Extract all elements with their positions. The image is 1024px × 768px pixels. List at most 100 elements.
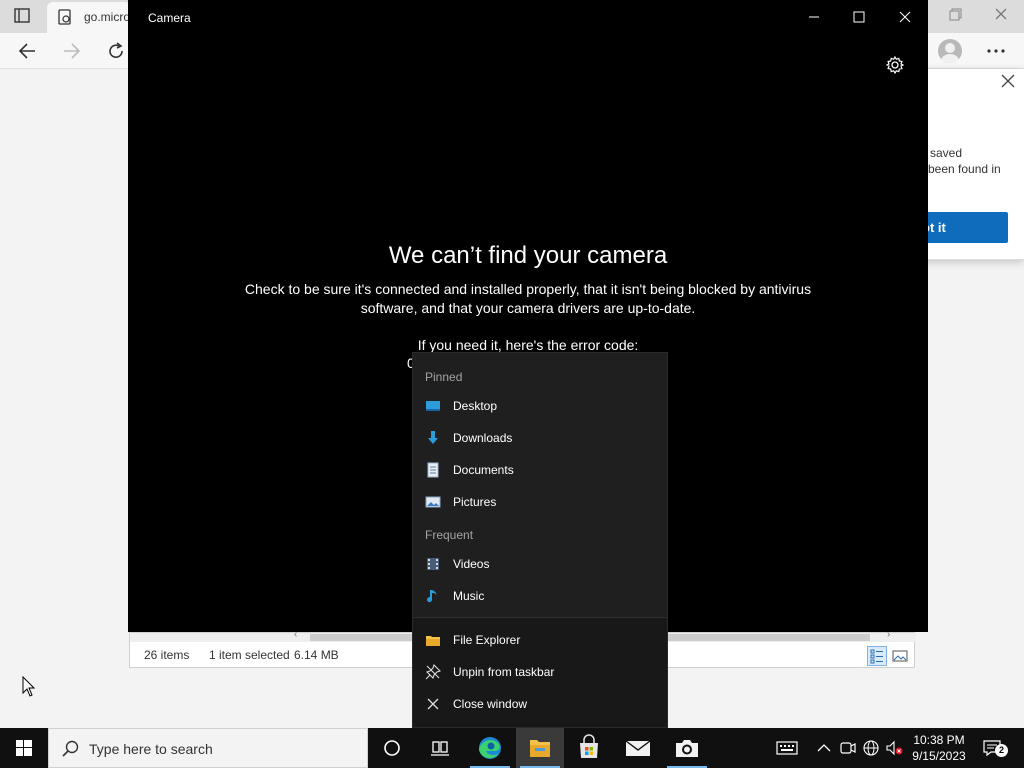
mouse-cursor-icon (22, 676, 36, 697)
jump-task-unpin[interactable]: Unpin from taskbar (413, 656, 667, 688)
taskbar-microsoft-store[interactable] (565, 728, 613, 768)
forward-arrow-icon (64, 43, 81, 59)
error-description: Check to be sure it's connected and inst… (244, 281, 812, 316)
jump-item-documents[interactable]: Documents (413, 454, 667, 486)
network-globe-icon[interactable] (861, 738, 881, 758)
refresh-button[interactable] (103, 39, 129, 63)
profile-avatar[interactable] (938, 39, 962, 63)
cortana-icon (384, 740, 400, 756)
file-explorer-icon (426, 636, 440, 646)
more-dots-icon (987, 49, 1005, 53)
meet-now-icon[interactable] (838, 738, 858, 758)
search-placeholder: Type here to search (89, 741, 213, 757)
jump-item-label: Music (453, 589, 485, 603)
jump-item-label: Downloads (453, 431, 513, 445)
clock-date: 9/15/2023 (912, 749, 966, 763)
window-title: Camera (148, 11, 191, 25)
frequent-section-label: Frequent (425, 528, 474, 542)
cortana-button[interactable] (368, 728, 416, 768)
popup-text-line: saved (930, 146, 963, 160)
chevron-up-icon[interactable] (814, 738, 834, 758)
close-icon (995, 8, 1007, 20)
large-icons-view-button[interactable] (890, 646, 910, 666)
edge-restore-button[interactable] (943, 5, 967, 25)
jump-task-label: File Explorer (453, 633, 521, 647)
back-button[interactable] (15, 39, 41, 63)
browser-tab-title: go.micro (84, 10, 128, 24)
maximize-icon (853, 11, 865, 23)
downloads-folder-icon (428, 431, 438, 444)
large-icons-view-icon (892, 650, 908, 662)
windows-logo-icon (16, 740, 32, 756)
search-icon (62, 740, 79, 757)
jump-task-file-explorer[interactable]: File Explorer (413, 624, 667, 656)
taskbar-mail[interactable] (614, 728, 662, 768)
taskbar: Type here to search 10:38 PM 9/15/2023 2 (0, 728, 1024, 768)
jump-task-label: Close window (453, 697, 528, 711)
tab-actions-icon (14, 8, 30, 23)
close-icon (1001, 74, 1015, 88)
music-folder-icon (427, 590, 437, 603)
notification-count-badge: 2 (995, 744, 1008, 757)
camera-icon (676, 740, 698, 757)
page-favicon-icon (58, 9, 71, 25)
edge-close-button[interactable] (989, 5, 1013, 25)
file-explorer-jump-list: Pinned Desktop Downloads Documents Pictu… (412, 352, 668, 728)
edge-icon (479, 737, 501, 759)
back-arrow-icon (18, 43, 35, 59)
popup-close-button[interactable] (1000, 73, 1016, 94)
taskbar-file-explorer[interactable] (516, 728, 564, 768)
jump-task-close-window[interactable]: Close window (413, 688, 667, 720)
pinned-section-label: Pinned (425, 370, 463, 384)
error-code-intro: If you need it, here's the error code: (417, 337, 639, 353)
jump-item-downloads[interactable]: Downloads (413, 422, 667, 454)
jump-item-label: Videos (453, 557, 490, 571)
documents-folder-icon (427, 462, 439, 478)
close-icon (899, 11, 911, 23)
details-view-icon (870, 649, 883, 664)
restore-icon (949, 8, 962, 21)
task-view-button[interactable] (416, 728, 464, 768)
unpin-icon (425, 664, 441, 680)
browser-tab[interactable]: go.micro (47, 2, 131, 33)
jump-list-tasks: File Explorer Unpin from taskbar Close w… (413, 617, 667, 727)
start-button[interactable] (0, 728, 48, 768)
task-view-icon (431, 741, 449, 756)
jump-item-label: Documents (453, 463, 514, 477)
jump-task-label: Unpin from taskbar (453, 665, 555, 679)
error-headline: We can’t find your camera (388, 242, 668, 269)
details-view-button[interactable] (867, 646, 887, 666)
selection-size: 6.14 MB (294, 648, 339, 662)
jump-item-desktop[interactable]: Desktop (413, 390, 667, 422)
taskbar-camera[interactable] (663, 728, 711, 768)
close-button[interactable] (890, 6, 920, 28)
jump-item-label: Pictures (453, 495, 497, 509)
taskbar-edge[interactable] (466, 728, 514, 768)
maximize-button[interactable] (844, 6, 874, 28)
jump-item-label: Desktop (453, 399, 498, 413)
selection-count: 1 item selected (209, 648, 290, 662)
minimize-button[interactable] (799, 6, 829, 28)
videos-folder-icon (427, 558, 439, 570)
item-count: 26 items (144, 648, 190, 662)
desktop-folder-icon (426, 401, 440, 411)
store-icon (580, 734, 598, 758)
pictures-folder-icon (425, 496, 441, 508)
popup-text-line: been found in (928, 162, 1001, 176)
camera-settings-button[interactable] (885, 55, 905, 75)
file-explorer-icon (530, 740, 550, 757)
mail-icon (625, 740, 651, 756)
volume-muted-icon[interactable] (884, 738, 904, 758)
jump-item-videos[interactable]: Videos (413, 548, 667, 580)
settings-more-button[interactable] (984, 40, 1008, 65)
keyboard-input-icon[interactable] (776, 738, 798, 758)
jump-item-music[interactable]: Music (413, 580, 667, 612)
jump-item-pictures[interactable]: Pictures (413, 486, 667, 518)
close-icon (427, 698, 439, 710)
forward-button[interactable] (58, 39, 84, 63)
minimize-icon (809, 16, 819, 18)
clock-time: 10:38 PM (913, 733, 965, 747)
tab-actions-button[interactable] (10, 6, 34, 26)
taskbar-search-box[interactable]: Type here to search (48, 728, 368, 768)
taskbar-clock[interactable]: 10:38 PM 9/15/2023 (906, 732, 972, 764)
